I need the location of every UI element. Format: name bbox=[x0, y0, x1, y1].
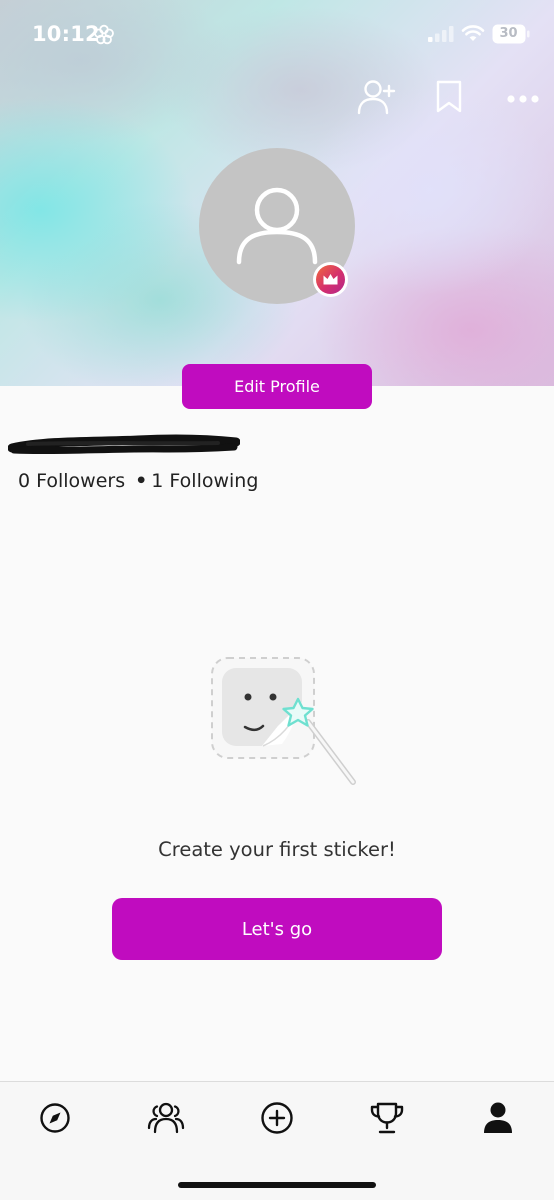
trophy-icon bbox=[370, 1102, 404, 1134]
people-icon bbox=[147, 1102, 185, 1134]
compass-icon bbox=[40, 1103, 70, 1133]
flower-icon bbox=[93, 24, 115, 50]
follow-separator: • bbox=[135, 470, 148, 492]
add-friend-icon[interactable] bbox=[356, 78, 396, 120]
following-count[interactable]: 1 Following bbox=[151, 470, 258, 492]
status-time: 10:12 bbox=[32, 22, 100, 46]
bookmark-icon[interactable] bbox=[435, 80, 463, 118]
redacted-username bbox=[7, 430, 241, 460]
tab-profile[interactable] bbox=[476, 1100, 520, 1136]
status-bar: 10:12 30 bbox=[0, 0, 554, 70]
home-indicator bbox=[178, 1182, 376, 1188]
more-icon[interactable] bbox=[506, 90, 540, 109]
crown-icon bbox=[323, 274, 338, 285]
edit-profile-button[interactable]: Edit Profile bbox=[182, 364, 372, 409]
tab-community[interactable] bbox=[144, 1100, 188, 1136]
wifi-icon bbox=[461, 24, 485, 46]
tab-explore[interactable] bbox=[33, 1100, 77, 1136]
follow-stats: 0 Followers • 1 Following bbox=[18, 470, 258, 492]
sticker-illustration bbox=[205, 652, 359, 794]
tab-leaderboard[interactable] bbox=[365, 1100, 409, 1136]
add-circle-icon bbox=[261, 1102, 293, 1134]
battery-level: 30 bbox=[499, 26, 518, 41]
followers-count[interactable]: 0 Followers bbox=[18, 470, 125, 492]
person-filled-icon bbox=[484, 1102, 512, 1133]
premium-badge bbox=[313, 262, 348, 297]
empty-state-message: Create your first sticker! bbox=[158, 838, 396, 861]
tab-create[interactable] bbox=[255, 1100, 299, 1136]
lets-go-button[interactable]: Let's go bbox=[112, 898, 442, 960]
signal-icon bbox=[428, 26, 454, 46]
